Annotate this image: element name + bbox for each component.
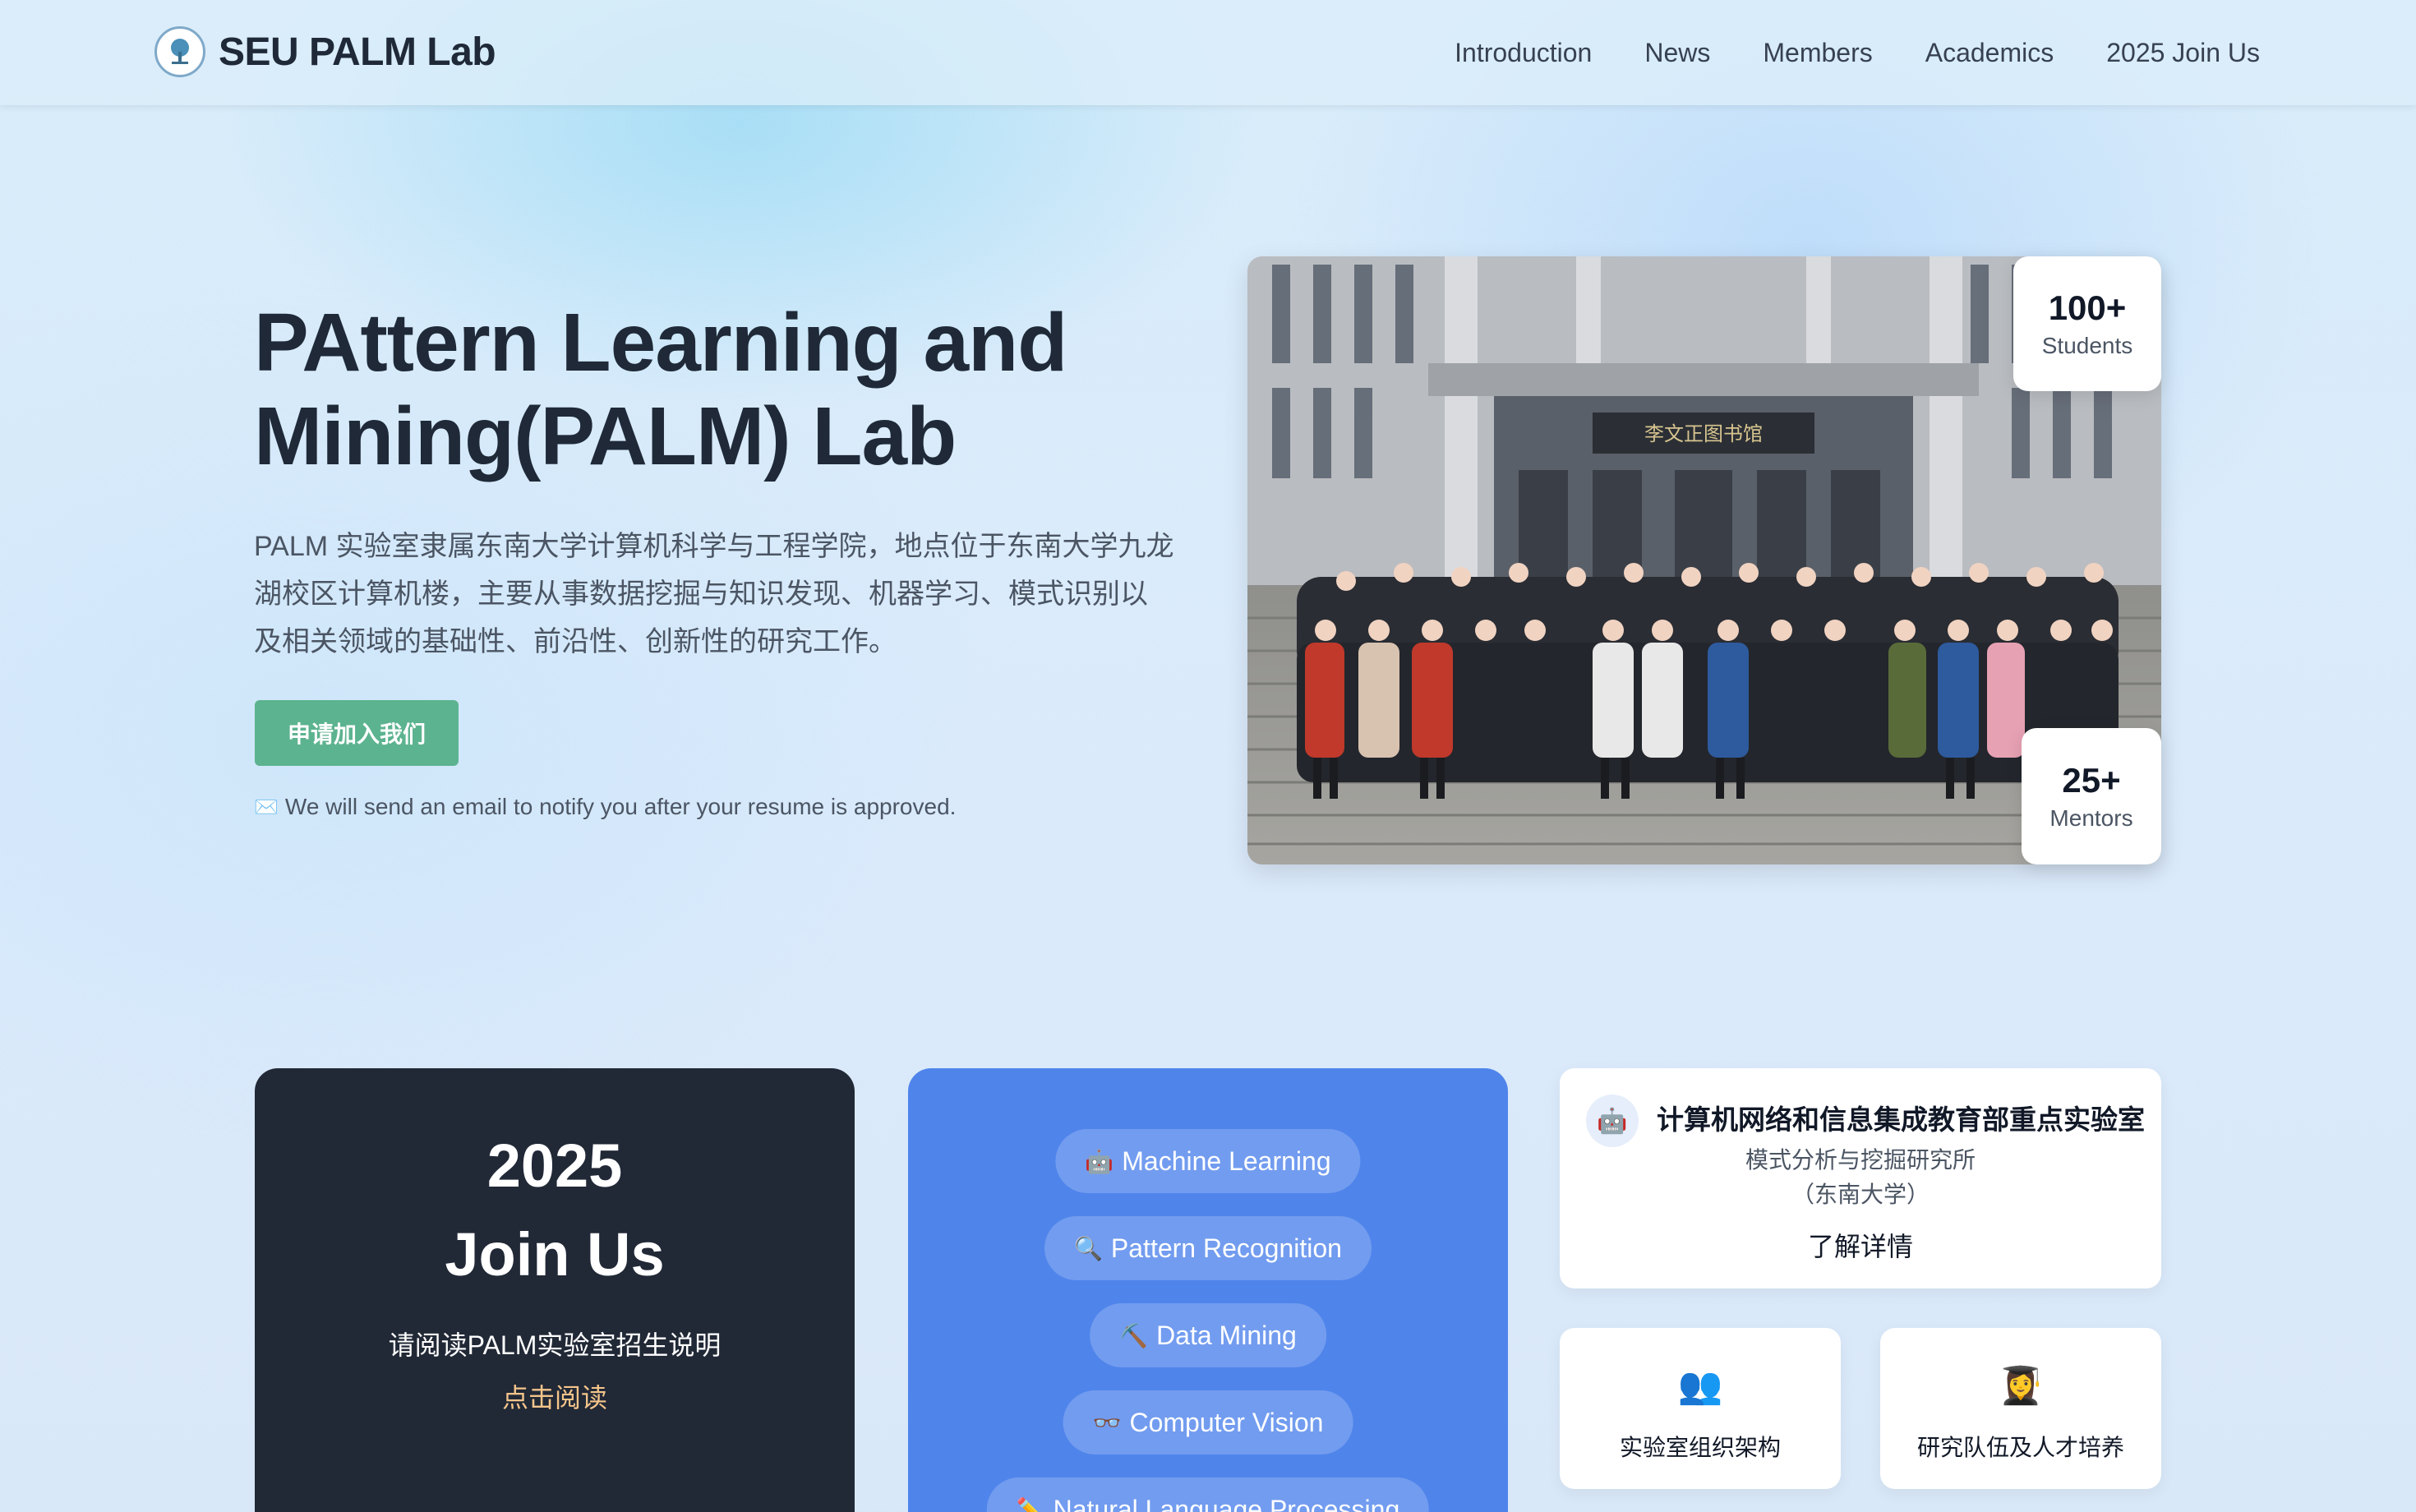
pill-label: Machine Learning bbox=[1122, 1146, 1331, 1176]
hero-title-line2: Mining(PALM) Lab bbox=[254, 390, 957, 482]
pill-label: Computer Vision bbox=[1129, 1407, 1324, 1437]
pill-label: Data Mining bbox=[1156, 1320, 1297, 1350]
nav-links: Introduction News Members Academics 2025… bbox=[1455, 0, 2260, 105]
pill-pattern-recognition[interactable]: 🔍 Pattern Recognition bbox=[1044, 1216, 1372, 1280]
pill-nlp[interactable]: ✏️ Natural Language Processing bbox=[986, 1477, 1430, 1512]
key-lab-card[interactable]: 🤖 计算机网络和信息集成教育部重点实验室 模式分析与挖掘研究所 （东南大学） 了… bbox=[1560, 1068, 2161, 1288]
nav-link-introduction[interactable]: Introduction bbox=[1455, 38, 1592, 68]
hero-title-line1: PAttern Learning and bbox=[254, 297, 1067, 389]
organization-label: 实验室组织架构 bbox=[1619, 1435, 1781, 1460]
people-icon: 👥 bbox=[1677, 1366, 1723, 1406]
brand[interactable]: SEU PALM Lab bbox=[154, 26, 496, 77]
lab-logo-icon bbox=[154, 26, 205, 77]
robot-icon: 🤖 bbox=[1586, 1095, 1639, 1147]
read-guide-link[interactable]: 点击阅读 bbox=[255, 1377, 855, 1415]
students-label: Students bbox=[2041, 333, 2133, 358]
join-title: Join Us bbox=[445, 1220, 665, 1288]
apply-button[interactable]: 申请加入我们 bbox=[255, 700, 459, 766]
nav-link-academics[interactable]: Academics bbox=[1925, 38, 2054, 68]
research-team-label: 研究队伍及人才培养 bbox=[1916, 1435, 2124, 1460]
students-stat-card: 100+ Students bbox=[2013, 256, 2161, 391]
pencil-icon: ✏️ bbox=[1016, 1496, 1045, 1512]
organization-card[interactable]: 👥 实验室组织架构 bbox=[1560, 1328, 1841, 1489]
admission-guide-text: 请阅读PALM实验室招生说明 bbox=[388, 1330, 722, 1360]
email-notice: ✉️ We will send an email to notify you a… bbox=[254, 794, 956, 820]
students-count: 100+ bbox=[2048, 288, 2127, 327]
envelope-icon: ✉️ bbox=[254, 795, 279, 818]
pill-label: Pattern Recognition bbox=[1110, 1233, 1342, 1263]
pickaxe-icon: ⛏️ bbox=[1119, 1322, 1149, 1348]
glasses-icon: 👓 bbox=[1092, 1409, 1122, 1436]
mentors-count: 25+ bbox=[2062, 761, 2121, 800]
key-lab-title: 计算机网络和信息集成教育部重点实验室 bbox=[1657, 1104, 2145, 1135]
research-areas-card: 🤖 Machine Learning 🔍 Pattern Recognition… bbox=[908, 1068, 1508, 1512]
learn-more-link[interactable]: 了解详情 bbox=[1560, 1226, 2161, 1264]
magnifier-icon: 🔍 bbox=[1074, 1235, 1103, 1261]
mentors-stat-card: 25+ Mentors bbox=[2022, 728, 2161, 864]
institute-name: 模式分析与挖掘研究所 bbox=[1745, 1147, 1976, 1173]
university-name: （东南大学） bbox=[1791, 1182, 1930, 1207]
pill-machine-learning[interactable]: 🤖 Machine Learning bbox=[1055, 1129, 1361, 1193]
nav-link-news[interactable]: News bbox=[1644, 38, 1710, 68]
robot-icon: 🤖 bbox=[1085, 1148, 1114, 1174]
research-team-card[interactable]: 👩‍🎓 研究队伍及人才培养 bbox=[1880, 1328, 2161, 1489]
nav-link-members[interactable]: Members bbox=[1763, 38, 1872, 68]
mentors-label: Mentors bbox=[2049, 805, 2133, 831]
join-year: 2025 bbox=[486, 1132, 623, 1200]
pill-label: Natural Language Processing bbox=[1053, 1494, 1400, 1512]
hero-title: PAttern Learning and Mining(PALM) Lab bbox=[254, 296, 1199, 483]
pill-computer-vision[interactable]: 👓 Computer Vision bbox=[1063, 1390, 1353, 1454]
email-notice-text: We will send an email to notify you afte… bbox=[284, 794, 957, 819]
hero-description: PALM 实验室隶属东南大学计算机科学与工程学院，地点位于东南大学九龙湖校区计算… bbox=[254, 531, 1174, 657]
building-sign: 李文正图书馆 bbox=[1644, 422, 1763, 445]
top-nav: SEU PALM Lab Introduction News Members A… bbox=[0, 0, 2416, 105]
graduate-icon: 👩‍🎓 bbox=[1998, 1366, 2044, 1406]
pill-data-mining[interactable]: ⛏️ Data Mining bbox=[1090, 1303, 1326, 1367]
join-us-card[interactable]: 2025 Join Us 请阅读PALM实验室招生说明 点击阅读 bbox=[255, 1068, 855, 1512]
nav-link-join-us[interactable]: 2025 Join Us bbox=[2106, 38, 2260, 68]
brand-title: SEU PALM Lab bbox=[219, 30, 496, 74]
